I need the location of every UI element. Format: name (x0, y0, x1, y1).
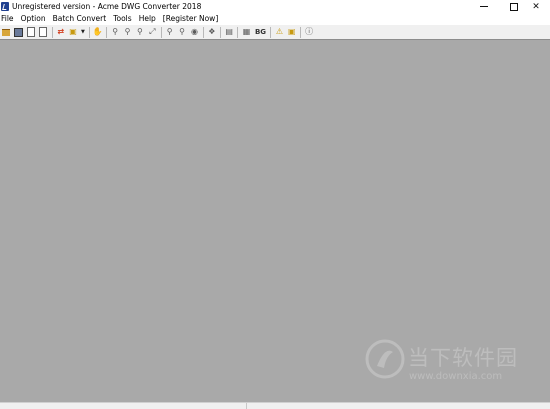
pan-icon[interactable]: ✋ (93, 27, 103, 37)
toolbar: ⇄ ▣ ▼ ✋ ⚲ ⚲ ⚲ ⤢ ⚲ ⚲ ◉ ❖ ▤ ▦ BG ⚠ ▣ ⓘ (0, 25, 550, 40)
bg-button[interactable]: BG (254, 27, 267, 37)
layer-icon[interactable]: ❖ (207, 27, 217, 37)
menu-batch-convert[interactable]: Batch Convert (49, 13, 110, 25)
app-icon (1, 2, 9, 11)
toolbar-separator (220, 26, 221, 38)
toolbar-separator (160, 26, 162, 38)
about-icon[interactable]: ⓘ (304, 27, 314, 37)
close-button[interactable]: ✕ (522, 0, 550, 13)
maximize-icon (510, 2, 518, 11)
dropdown-arrow-icon[interactable]: ▼ (80, 27, 85, 37)
zoom-previous-icon[interactable]: ⚲ (177, 27, 187, 37)
block-icon[interactable]: ▤ (224, 27, 234, 37)
zoom-in-icon[interactable]: ⚲ (110, 27, 120, 37)
zoom-window-icon[interactable]: ⚲ (135, 27, 145, 37)
toolbar-separator (106, 26, 107, 38)
warning-icon[interactable]: ⚠ (274, 27, 284, 37)
open-folder-icon[interactable] (1, 27, 11, 37)
minimize-button[interactable] (470, 0, 498, 13)
menu-bar: File Option Batch Convert Tools Help [Re… (0, 13, 550, 25)
minimize-icon (480, 6, 488, 7)
drawing-canvas[interactable] (0, 40, 550, 402)
toolbar-separator (51, 26, 53, 38)
status-pane-divider (246, 403, 247, 409)
zoom-out-icon[interactable]: ⚲ (123, 27, 133, 37)
batch-icon[interactable]: ▣ (68, 27, 78, 37)
menu-help[interactable]: Help (135, 13, 159, 25)
close-icon: ✕ (532, 1, 540, 12)
menu-file[interactable]: File (0, 13, 17, 25)
layout-icon[interactable]: ▣ (287, 27, 297, 37)
menu-tools[interactable]: Tools (110, 13, 135, 25)
menu-register-now[interactable]: [Register Now] (159, 13, 221, 25)
view-icon[interactable]: ◉ (189, 27, 199, 37)
toolbar-separator (202, 26, 204, 38)
title-bar: Unregistered version - Acme DWG Converte… (0, 0, 550, 13)
toolbar-separator (299, 26, 301, 38)
save-icon[interactable] (14, 27, 24, 37)
zoom-realtime-icon[interactable]: ⚲ (165, 27, 175, 37)
window-title: Unregistered version - Acme DWG Converte… (12, 1, 202, 11)
toolbar-separator (88, 26, 90, 38)
toolbar-separator (270, 26, 272, 38)
save-as-icon[interactable] (26, 27, 36, 37)
zoom-extents-icon[interactable]: ⤢ (147, 27, 157, 37)
toolbar-separator (237, 26, 239, 38)
print-icon[interactable] (38, 27, 48, 37)
menu-option[interactable]: Option (17, 13, 49, 25)
convert-icon[interactable]: ⇄ (56, 27, 66, 37)
background-icon[interactable]: ▦ (242, 27, 252, 37)
